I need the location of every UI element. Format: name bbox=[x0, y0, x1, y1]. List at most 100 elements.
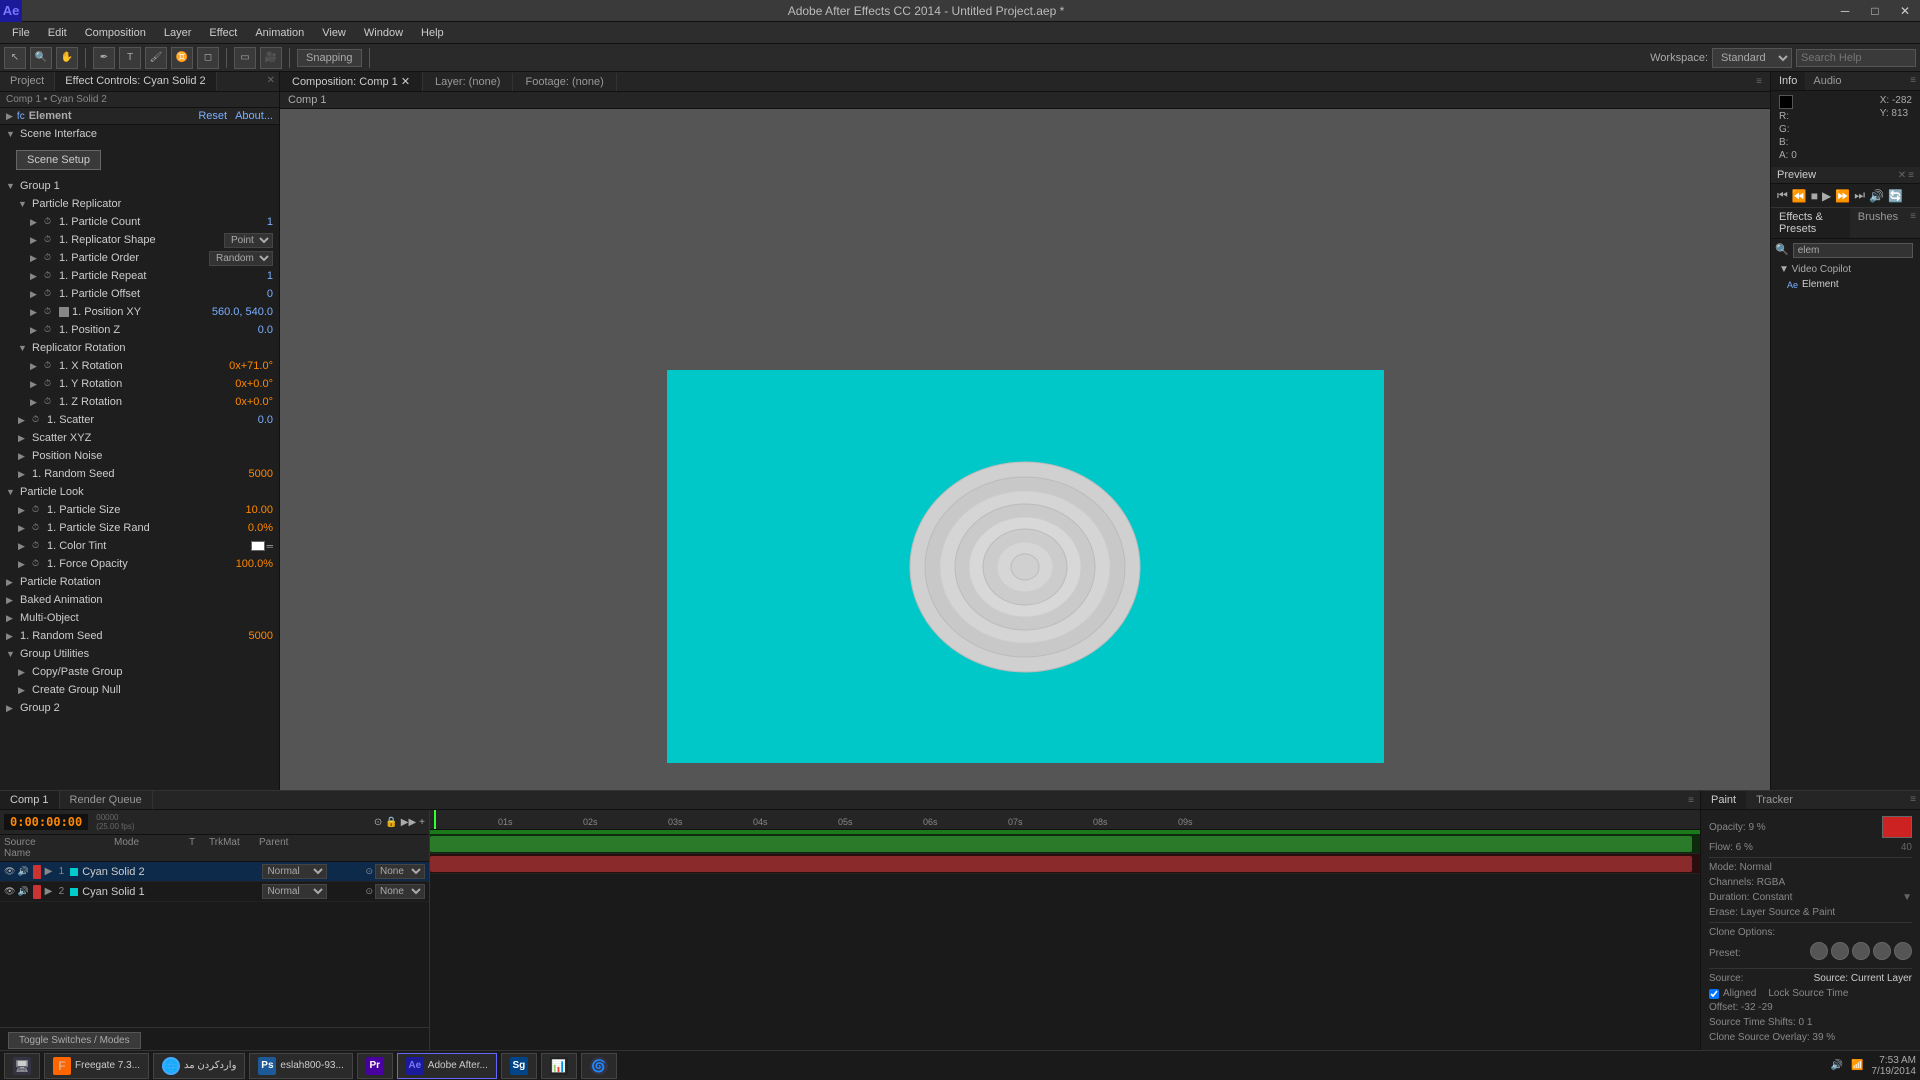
preview-loop-btn[interactable]: 🔄 bbox=[1888, 189, 1903, 203]
baked-anim-row[interactable]: ▶ Baked Animation bbox=[0, 591, 279, 609]
tab-footage[interactable]: Footage: (none) bbox=[513, 73, 616, 91]
create-group-null-row[interactable]: ▶ Create Group Null bbox=[12, 681, 279, 699]
tl-solo-btn[interactable]: ⊙ bbox=[374, 817, 382, 828]
tab-tracker[interactable]: Tracker bbox=[1746, 791, 1803, 809]
tl-layer2-mode[interactable]: Normal bbox=[262, 884, 327, 899]
tab-project[interactable]: Project bbox=[0, 72, 55, 91]
taskbar-chrome[interactable]: 🌐 واردکردن مد bbox=[153, 1053, 245, 1079]
preview-menu[interactable]: ≡ bbox=[1908, 170, 1914, 181]
tl-track-1[interactable] bbox=[430, 834, 1700, 854]
position-noise-row[interactable]: ▶ Position Noise bbox=[12, 447, 279, 465]
tab-info[interactable]: Info bbox=[1771, 72, 1805, 90]
minimize-button[interactable]: ─ bbox=[1830, 0, 1860, 22]
paint-menu[interactable]: ≡ bbox=[1906, 791, 1920, 809]
preset-2[interactable] bbox=[1831, 942, 1849, 960]
particle-repeat-row[interactable]: ▶ ⏱ 1. Particle Repeat 1 bbox=[24, 267, 279, 285]
tl-layer2-solo[interactable]: ▶ bbox=[45, 886, 55, 897]
tab-effect-controls[interactable]: Effect Controls: Cyan Solid 2 bbox=[55, 72, 216, 91]
toolbar-brush[interactable]: 🖌 bbox=[145, 47, 167, 69]
close-button[interactable]: ✕ bbox=[1890, 0, 1920, 22]
taskbar-start[interactable]: 🖥 bbox=[4, 1053, 40, 1079]
particle-order-row[interactable]: ▶ ⏱ 1. Particle Order Random bbox=[24, 249, 279, 267]
group2-row[interactable]: ▶ Group 2 bbox=[0, 699, 279, 717]
toolbar-eraser[interactable]: ◻ bbox=[197, 47, 219, 69]
reset-link[interactable]: Reset bbox=[198, 110, 227, 122]
taskbar-premiere[interactable]: Pr bbox=[357, 1053, 393, 1079]
toolbar-hand[interactable]: ✋ bbox=[56, 47, 78, 69]
particle-look-row[interactable]: ▼ Particle Look bbox=[0, 483, 279, 501]
workspace-select[interactable]: Standard bbox=[1712, 48, 1792, 68]
force-opacity-row[interactable]: ▶ ⏱ 1. Force Opacity 100.0% bbox=[12, 555, 279, 573]
scene-interface-row[interactable]: ▼ Scene Interface bbox=[0, 125, 279, 143]
toolbar-pen[interactable]: ✒ bbox=[93, 47, 115, 69]
random-seed-row[interactable]: ▶ 1. Random Seed 5000 bbox=[12, 465, 279, 483]
taskbar-speedgrade[interactable]: Sg bbox=[501, 1053, 537, 1079]
tab-brushes[interactable]: Brushes bbox=[1850, 208, 1906, 238]
tl-layer-1[interactable]: 👁 🔊 ▶ 1 Cyan Solid 2 Normal ⊙ None bbox=[0, 862, 429, 882]
tl-track-2[interactable] bbox=[430, 854, 1700, 874]
tab-layer[interactable]: Layer: (none) bbox=[423, 73, 513, 91]
taskbar-freegate[interactable]: F Freegate 7.3... bbox=[44, 1053, 149, 1079]
snapping-button[interactable]: Snapping bbox=[297, 49, 362, 67]
toolbar-clone[interactable]: ♊ bbox=[171, 47, 193, 69]
toggle-switches-btn[interactable]: Toggle Switches / Modes bbox=[8, 1032, 141, 1049]
tab-effects-presets[interactable]: Effects & Presets bbox=[1771, 208, 1850, 238]
particle-order-select[interactable]: Random bbox=[209, 251, 273, 266]
menu-layer[interactable]: Layer bbox=[156, 25, 200, 41]
preview-prev-btn[interactable]: ⏪ bbox=[1792, 189, 1807, 203]
ep-element-item[interactable]: Ae Element bbox=[1775, 277, 1916, 292]
tl-timecode[interactable]: 0:00:00:00 bbox=[4, 814, 88, 830]
menu-edit[interactable]: Edit bbox=[40, 25, 75, 41]
paint-color-swatch[interactable] bbox=[1882, 816, 1912, 838]
paint-aligned-checkbox[interactable] bbox=[1709, 989, 1719, 999]
preview-last-btn[interactable]: ⏭ bbox=[1854, 188, 1865, 203]
toolbar-zoom[interactable]: 🔍 bbox=[30, 47, 52, 69]
particle-replicator-row[interactable]: ▼ Particle Replicator bbox=[12, 195, 279, 213]
y-rotation-row[interactable]: ▶ ⏱ 1. Y Rotation 0x+0.0° bbox=[24, 375, 279, 393]
x-rotation-row[interactable]: ▶ ⏱ 1. X Rotation 0x+71.0° bbox=[24, 357, 279, 375]
particle-offset-row[interactable]: ▶ ⏱ 1. Particle Offset 0 bbox=[24, 285, 279, 303]
about-link[interactable]: About... bbox=[235, 110, 273, 122]
preview-first-btn[interactable]: ⏮ bbox=[1777, 188, 1788, 203]
ep-search-input[interactable] bbox=[1793, 243, 1913, 258]
comp-panel-menu[interactable]: ≡ bbox=[1748, 73, 1770, 90]
preview-next-btn[interactable]: ⏩ bbox=[1835, 189, 1850, 203]
search-help-input[interactable] bbox=[1796, 49, 1916, 67]
tl-render-btn[interactable]: ▶▶ bbox=[401, 817, 416, 828]
tl-add-btn[interactable]: + bbox=[419, 817, 425, 828]
taskbar-app8[interactable]: 📊 bbox=[541, 1053, 577, 1079]
replicator-shape-row[interactable]: ▶ ⏱ 1. Replicator Shape Point bbox=[24, 231, 279, 249]
preset-4[interactable] bbox=[1873, 942, 1891, 960]
tl-layer-2[interactable]: 👁 🔊 ▶ 2 Cyan Solid 1 Normal ⊙ None bbox=[0, 882, 429, 902]
scatter-xyz-row[interactable]: ▶ Scatter XYZ bbox=[12, 429, 279, 447]
tl-layer1-parent[interactable]: None bbox=[375, 864, 425, 879]
taskbar-photoshop[interactable]: Ps eslah800-93... bbox=[249, 1053, 352, 1079]
random-seed2-row[interactable]: ▶ 1. Random Seed 5000 bbox=[0, 627, 279, 645]
tab-paint[interactable]: Paint bbox=[1701, 791, 1746, 809]
color-tint-row[interactable]: ▶ ⏱ 1. Color Tint ═ bbox=[12, 537, 279, 555]
position-z-row[interactable]: ▶ ⏱ 1. Position Z 0.0 bbox=[24, 321, 279, 339]
group1-row[interactable]: ▼ Group 1 bbox=[0, 177, 279, 195]
tl-layer2-parent[interactable]: None bbox=[375, 884, 425, 899]
tl-layer1-mode[interactable]: Normal bbox=[262, 864, 327, 879]
preview-audio-btn[interactable]: 🔊 bbox=[1869, 189, 1884, 203]
replicator-shape-select[interactable]: Point bbox=[224, 233, 273, 248]
particle-count-row[interactable]: ▶ ⏱ 1. Particle Count 1 bbox=[24, 213, 279, 231]
right-panel-menu[interactable]: ≡ bbox=[1906, 72, 1920, 90]
ep-video-copilot[interactable]: ▼ Video Copilot bbox=[1775, 262, 1916, 277]
copy-paste-group-row[interactable]: ▶ Copy/Paste Group bbox=[12, 663, 279, 681]
menu-composition[interactable]: Composition bbox=[77, 25, 154, 41]
tab-composition[interactable]: Composition: Comp 1 ✕ bbox=[280, 72, 423, 91]
replicator-rotation-row[interactable]: ▼ Replicator Rotation bbox=[12, 339, 279, 357]
toolbar-shape[interactable]: ▭ bbox=[234, 47, 256, 69]
menu-animation[interactable]: Animation bbox=[247, 25, 312, 41]
scatter-row[interactable]: ▶ ⏱ 1. Scatter 0.0 bbox=[12, 411, 279, 429]
group-utilities-row[interactable]: ▼ Group Utilities bbox=[0, 645, 279, 663]
paint-duration-expand[interactable]: ▼ bbox=[1902, 892, 1912, 903]
particle-size-row[interactable]: ▶ ⏱ 1. Particle Size 10.00 bbox=[12, 501, 279, 519]
tl-layer1-solo[interactable]: ▶ bbox=[45, 866, 55, 877]
tab-render-queue[interactable]: Render Queue bbox=[60, 791, 153, 809]
preview-stop-btn[interactable]: ■ bbox=[1811, 189, 1818, 203]
toolbar-text[interactable]: T bbox=[119, 47, 141, 69]
menu-window[interactable]: Window bbox=[356, 25, 411, 41]
